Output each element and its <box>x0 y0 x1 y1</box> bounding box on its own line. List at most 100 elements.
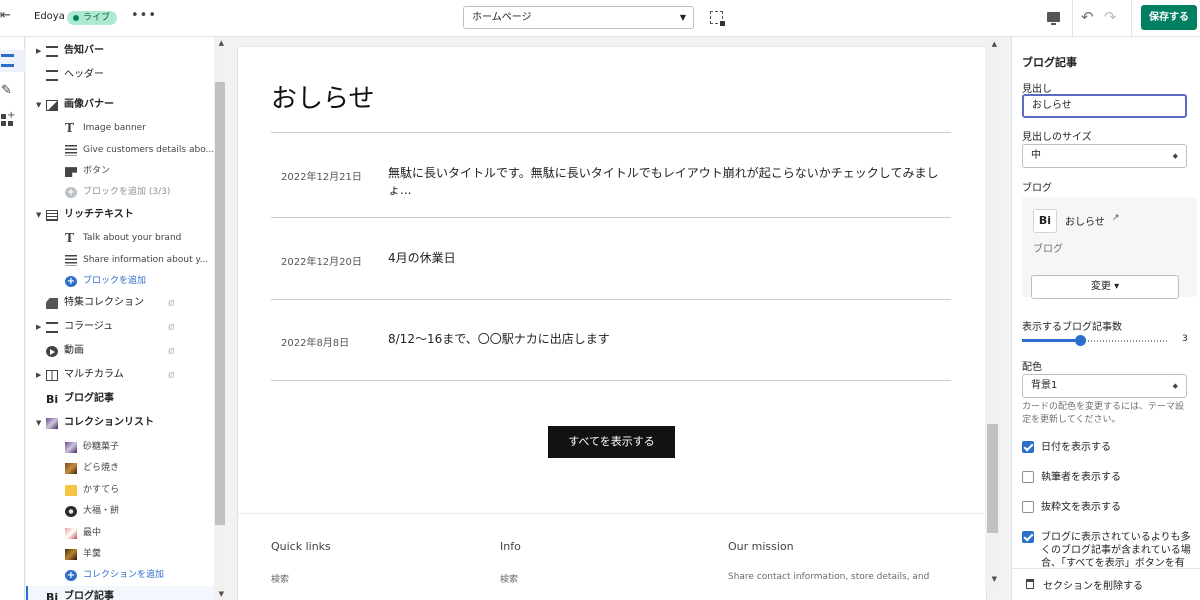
show-date-checkbox[interactable] <box>1022 441 1034 453</box>
color-scheme-select[interactable]: 背景1 ◆ <box>1022 374 1187 398</box>
blog-name[interactable]: おしらせ <box>1065 213 1105 228</box>
footer-link-search[interactable]: 検索 <box>500 572 518 585</box>
more-actions-icon[interactable]: ••• <box>131 8 157 23</box>
post-title[interactable]: 8/12〜16まで、〇〇駅ナカに出店します <box>388 331 943 348</box>
desktop-preview-icon[interactable] <box>1047 12 1060 25</box>
headline-input[interactable]: おしらせ <box>1022 94 1187 118</box>
slider-handle[interactable] <box>1075 335 1086 346</box>
sidebar-scrollbar[interactable]: ▲ ▼ <box>214 37 226 600</box>
add-block-button[interactable]: + ブロックを追加 <box>26 270 214 292</box>
post-count-value: 3 <box>1182 334 1188 344</box>
show-view-all-checkbox[interactable] <box>1022 531 1034 543</box>
page-select-value: ホームページ <box>472 12 532 23</box>
page-select[interactable]: ホームページ ▼ <box>463 6 694 29</box>
chevron-right-icon[interactable]: ▶ <box>36 364 41 386</box>
scroll-down-icon[interactable]: ▼ <box>219 590 224 598</box>
undo-icon[interactable]: ↶ <box>1081 8 1094 26</box>
hidden-eye-icon[interactable]: ø <box>168 340 175 362</box>
chevron-down-icon[interactable]: ▼ <box>36 94 41 116</box>
chevron-down-icon[interactable]: ▼ <box>36 204 41 226</box>
divider <box>1131 0 1132 37</box>
divider <box>271 132 951 133</box>
divider <box>271 380 951 381</box>
tree-item-label: ブログ記事 <box>64 591 114 600</box>
hidden-eye-icon[interactable]: ø <box>168 292 175 314</box>
section-tree: ▶ 告知バー ヘッダー ▼ 画像バナー T Image banner Give … <box>26 37 226 600</box>
external-link-icon[interactable]: ↗ <box>1112 213 1120 223</box>
divider <box>1072 0 1073 37</box>
show-author-checkbox[interactable] <box>1022 471 1034 483</box>
collection-thumbnail <box>65 442 77 453</box>
tree-item-blog-posts-selected[interactable]: Bi ブログ記事 <box>26 586 214 600</box>
add-block-button[interactable]: + ブロックを追加 (3/3) <box>26 181 214 203</box>
show-excerpt-checkbox[interactable] <box>1022 501 1034 513</box>
post-title[interactable]: 4月の休業日 <box>388 250 943 267</box>
tree-item-featured-collection[interactable]: 特集コレクション ø <box>26 292 214 314</box>
sections-tab[interactable] <box>0 50 25 72</box>
theme-settings-tab[interactable]: ✎ <box>0 80 25 102</box>
scroll-up-icon[interactable]: ▲ <box>219 39 224 47</box>
post-title[interactable]: 無駄に長いタイトルです。無駄に長いタイトルでもレイアウト崩れが起こらないかチェッ… <box>388 165 943 199</box>
tree-item-collage[interactable]: ▶ コラージュ ø <box>26 316 214 338</box>
scrollbar-thumb[interactable] <box>215 82 225 525</box>
tree-item-label: コラージュ <box>64 321 114 332</box>
scrollbar-thumb[interactable] <box>987 424 998 533</box>
tree-item-collection[interactable]: 羊羹 <box>26 543 214 565</box>
post-date: 2022年8月8日 <box>281 338 350 349</box>
tree-item-label: Talk about your brand <box>83 233 182 243</box>
scroll-down-icon[interactable]: ▼ <box>992 575 997 583</box>
save-button[interactable]: 保存する <box>1141 5 1197 30</box>
tree-item-block[interactable]: T Talk about your brand <box>26 227 214 249</box>
chevron-right-icon[interactable]: ▶ <box>36 40 41 62</box>
tree-item-rich-text[interactable]: ▼ リッチテキスト <box>26 204 214 226</box>
footer-heading-mission: Our mission <box>728 540 794 553</box>
chevron-right-icon[interactable]: ▶ <box>36 316 41 338</box>
left-rail: ✎ <box>0 37 25 600</box>
exit-icon[interactable]: ⇤ <box>0 8 14 26</box>
change-blog-button[interactable]: 変更 ▾ <box>1031 275 1179 299</box>
chevron-down-icon[interactable]: ▼ <box>36 412 41 434</box>
color-scheme-label: 配色 <box>1022 362 1042 373</box>
tree-item-collection-list[interactable]: ▼ コレクションリスト <box>26 412 214 434</box>
tree-item-block[interactable]: T Image banner <box>26 117 214 139</box>
tree-item-image-banner[interactable]: ▼ 画像バナー <box>26 94 214 116</box>
preview-canvas: おしらせ 2022年12月21日 無駄に長いタイトルです。無駄に長いタイトルでも… <box>226 37 1000 600</box>
headline-size-select[interactable]: 中 ◆ <box>1022 144 1187 168</box>
show-view-all-label: ブログに表示されているよりも多くのブログ記事が含まれている場合、「すべてを表示」… <box>1041 532 1191 569</box>
tree-item-block[interactable]: Give customers details abo... <box>26 139 214 161</box>
store-name: Edoya <box>34 11 65 22</box>
hidden-eye-icon[interactable]: ø <box>168 316 175 338</box>
chevron-down-icon: ▼ <box>679 13 686 22</box>
remove-section-button[interactable]: セクションを削除する <box>1012 568 1200 600</box>
tree-item-multicolumn[interactable]: ▶ マルチカラム ø <box>26 364 214 386</box>
tree-item-collection[interactable]: 砂糖菓子 <box>26 436 214 458</box>
view-all-button[interactable]: すべてを表示する <box>548 426 675 458</box>
tree-item-video[interactable]: 動画 ø <box>26 340 214 362</box>
tree-item-label: リッチテキスト <box>64 209 134 220</box>
tree-item-blog-posts[interactable]: Bi ブログ記事 <box>26 388 214 410</box>
paragraph-icon <box>65 255 77 266</box>
tree-item-collection[interactable]: どら焼き <box>26 457 214 479</box>
preview-scrollbar[interactable]: ▲ ▼ <box>985 37 1000 590</box>
scroll-up-icon[interactable]: ▲ <box>992 40 997 48</box>
tree-item-header[interactable]: ヘッダー <box>26 64 214 86</box>
show-author-label: 執筆者を表示する <box>1041 472 1121 483</box>
hidden-eye-icon[interactable]: ø <box>168 364 175 386</box>
tree-item-collection[interactable]: 最中 <box>26 522 214 544</box>
tree-item-label: ボタン <box>83 166 111 176</box>
tree-item-collection[interactable]: 大福・餅 <box>26 500 214 522</box>
redo-icon[interactable]: ↷ <box>1104 8 1117 26</box>
inspector-icon[interactable] <box>710 11 725 26</box>
tree-item-block[interactable]: ボタン <box>26 160 214 182</box>
tree-item-block[interactable]: Share information about y... <box>26 249 214 271</box>
blog-icon: Bi <box>46 393 59 406</box>
color-scheme-value: 背景1 <box>1031 380 1058 391</box>
tree-item-label: 告知バー <box>64 45 104 56</box>
collection-thumbnail <box>65 549 77 560</box>
collection-thumbnail <box>65 506 77 517</box>
footer-link-search[interactable]: 検索 <box>271 572 289 585</box>
apps-tab[interactable] <box>0 110 25 132</box>
add-collection-button[interactable]: + コレクションを追加 <box>26 564 214 586</box>
tree-item-announcement[interactable]: ▶ 告知バー <box>26 40 214 62</box>
tree-item-collection[interactable]: かすてら <box>26 479 214 501</box>
